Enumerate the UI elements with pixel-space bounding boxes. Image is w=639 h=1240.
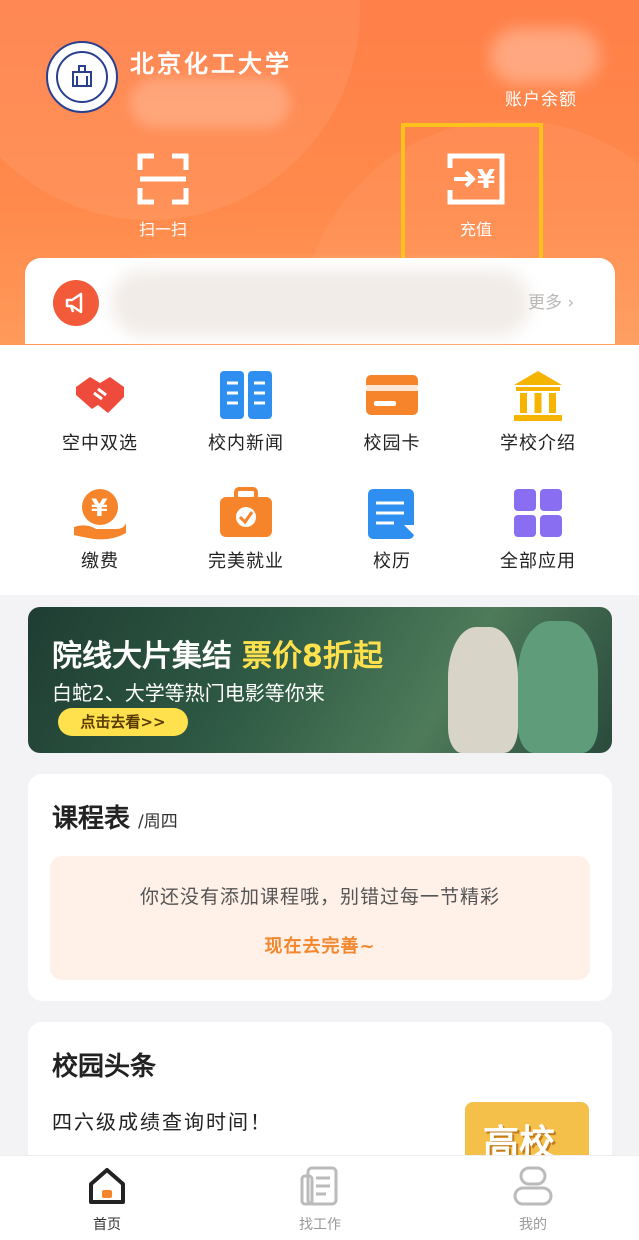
grid-item-campus-news[interactable]: 校内新闻 bbox=[181, 367, 311, 455]
news-book-icon bbox=[218, 367, 274, 423]
banner-cta-button[interactable]: 点击去看>> bbox=[58, 708, 188, 736]
apps-grid-icon bbox=[510, 485, 566, 541]
scan-label: 扫一扫 bbox=[138, 220, 187, 239]
grid-item-payment[interactable]: ¥ 缴费 bbox=[35, 485, 165, 573]
grid-item-school-intro[interactable]: 学校介绍 bbox=[473, 367, 603, 455]
schedule-empty-text: 你还没有添加课程哦，别错过每一节精彩 bbox=[139, 886, 500, 908]
home-icon bbox=[85, 1164, 129, 1208]
headlines-title: 校园头条 bbox=[52, 1052, 157, 1082]
svg-text:¥: ¥ bbox=[91, 494, 108, 522]
tab-mine[interactable]: 我的 bbox=[478, 1164, 588, 1234]
promo-banner[interactable]: 院线大片集结 票价8折起 白蛇2、大学等热门电影等你来 点击去看>> bbox=[28, 607, 612, 753]
grid-item-all-apps[interactable]: 全部应用 bbox=[473, 485, 603, 573]
profile-icon bbox=[511, 1164, 555, 1208]
briefcase-icon bbox=[218, 485, 274, 541]
school-name: 北京化工大学 bbox=[130, 50, 292, 78]
megaphone-icon bbox=[53, 280, 99, 326]
blurred-notice-text bbox=[111, 270, 531, 336]
grid-item-school-calendar[interactable]: 校历 bbox=[327, 485, 457, 573]
grid-item-perfect-employment[interactable]: 完美就业 bbox=[181, 485, 311, 573]
scan-icon bbox=[137, 153, 189, 205]
tab-home[interactable]: 首页 bbox=[52, 1164, 162, 1234]
banner-title: 院线大片集结 票价8折起 bbox=[52, 639, 383, 674]
notice-bar[interactable]: 更多 › bbox=[25, 258, 615, 344]
school-logo bbox=[46, 41, 118, 113]
blurred-balance bbox=[490, 28, 600, 84]
schedule-empty-state[interactable]: 你还没有添加课程哦，别错过每一节精彩 现在去完善~ bbox=[50, 856, 590, 980]
scan-button[interactable]: 扫一扫 bbox=[113, 152, 213, 240]
schedule-title: 课程表/周四 bbox=[52, 804, 178, 834]
tab-find-job[interactable]: 找工作 bbox=[265, 1164, 375, 1234]
banner-title-highlight: 票价8折起 bbox=[242, 639, 383, 674]
app-grid: 空中双选 校内新闻 校园卡 学校介绍 ¥ 缴费 完美就业 校历 全部应用 bbox=[0, 345, 639, 595]
card-icon bbox=[364, 367, 420, 423]
calendar-doc-icon bbox=[364, 485, 420, 541]
movie-character-left bbox=[448, 627, 518, 753]
schedule-day: /周四 bbox=[138, 812, 178, 832]
headline-item[interactable]: 四六级成绩查询时间！ bbox=[52, 1106, 272, 1135]
grid-item-air-dual-selection[interactable]: 空中双选 bbox=[35, 367, 165, 455]
movie-character-right bbox=[518, 621, 598, 753]
grid-item-campus-card[interactable]: 校园卡 bbox=[327, 367, 457, 455]
banner-subtitle: 白蛇2、大学等热门电影等你来 bbox=[52, 681, 325, 705]
balance-label[interactable]: 账户余额 bbox=[505, 85, 577, 110]
more-link[interactable]: 更多 › bbox=[528, 288, 574, 313]
handshake-icon bbox=[72, 367, 128, 423]
bottom-tab-bar: 首页 找工作 我的 bbox=[0, 1155, 639, 1240]
resume-icon bbox=[298, 1164, 342, 1208]
schedule-card: 课程表/周四 你还没有添加课程哦，别错过每一节精彩 现在去完善~ bbox=[28, 774, 612, 1001]
building-icon bbox=[510, 367, 566, 423]
yuan-hand-icon: ¥ bbox=[72, 485, 128, 541]
schedule-complete-link[interactable]: 现在去完善~ bbox=[50, 932, 590, 958]
headline-thumbnail[interactable]: 高校 bbox=[465, 1102, 589, 1162]
blurred-info bbox=[130, 78, 290, 128]
